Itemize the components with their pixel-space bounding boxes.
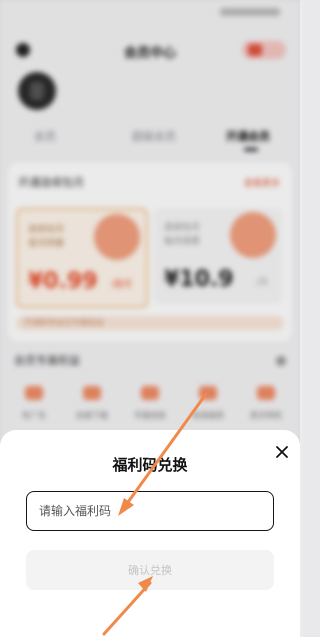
confirm-redeem-button[interactable]: 确认兑换 [26,550,274,590]
redeem-code-input[interactable] [26,491,274,531]
redeem-code-sheet: 福利码兑换 确认兑换 [0,430,300,637]
sheet-title: 福利码兑换 [112,456,188,474]
